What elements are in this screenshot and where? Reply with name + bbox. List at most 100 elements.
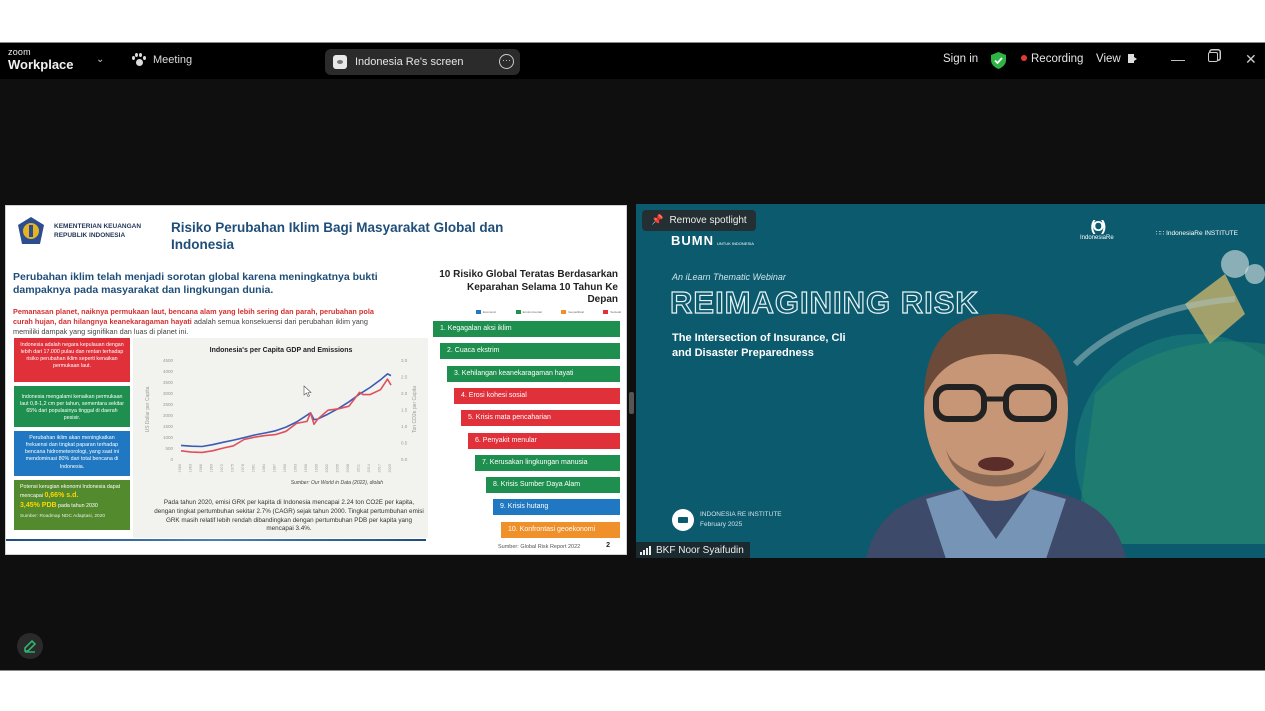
ministry-logo <box>18 217 44 244</box>
sign-in-button[interactable]: Sign in <box>943 53 978 65</box>
x-tick-label: 2020 <box>388 464 392 472</box>
paw-icon <box>131 53 146 67</box>
page-number: 2 <box>606 542 610 549</box>
x-tick-label: 1984 <box>262 464 266 472</box>
y2-tick-label: 0.0 <box>401 457 408 462</box>
risk-item: 5. Krisis mata pencaharian <box>461 410 620 427</box>
y2-tick-label: 2.0 <box>401 391 408 396</box>
footer-divider <box>6 539 426 541</box>
y2-tick-label: 1.5 <box>401 408 408 413</box>
legend-item: Societal <box>603 310 621 314</box>
remove-spotlight-button[interactable]: 📌 Remove spotlight <box>642 210 756 231</box>
x-tick-label: 1990 <box>283 464 287 472</box>
y-axis-label: US Dollar per Capita <box>145 386 151 432</box>
legend-item: Geopolitical <box>561 310 584 314</box>
x-tick-label: 1996 <box>304 464 308 472</box>
restore-icon <box>1208 52 1218 62</box>
y-tick-label: 2000 <box>163 413 174 418</box>
view-label: View <box>1096 53 1121 65</box>
risk-item: 2. Cuaca ekstrim <box>440 343 620 360</box>
footer-date: February 2025 <box>700 521 743 528</box>
chart-title: Indonesia's per Capita GDP and Emissions <box>210 347 353 354</box>
x-tick-label: 1999 <box>315 464 319 472</box>
fact-box: Indonesia mengalami kenaikan permukaan l… <box>14 386 130 427</box>
screen-share-indicator[interactable]: Indonesia Re's screen ··· <box>325 49 520 75</box>
risk-item: 7. Kerusakan lingkungan manusia <box>475 454 620 471</box>
chevron-down-icon[interactable]: ⌄ <box>96 54 104 65</box>
x-tick-label: 1978 <box>241 464 245 472</box>
x-tick-label: 1987 <box>273 464 277 472</box>
y-tick-label: 3500 <box>163 380 174 385</box>
legend-item: Economic <box>476 310 496 314</box>
indonesia-re-rings-icon: (O) <box>1090 218 1107 235</box>
meeting-menu[interactable]: Meeting <box>131 53 192 67</box>
more-options-icon[interactable]: ··· <box>499 54 514 69</box>
webinar-tagline-1: The Intersection of Insurance, Cli <box>672 332 846 344</box>
legend-label: Geopolitical <box>568 310 584 314</box>
y2-tick-label: 0.5 <box>401 441 408 446</box>
grid-icon: ∷∷ <box>1156 230 1165 237</box>
bumn-logo: BUMN UNTUK INDONESIA <box>671 233 754 248</box>
fact-box: Indonesia adalah negara kepulauan dengan… <box>14 338 130 382</box>
risk-item: 10. Konfrontasi geoekonomi <box>501 521 620 538</box>
x-tick-label: 1975 <box>231 464 235 472</box>
x-tick-label: 2002 <box>325 464 329 472</box>
fact-box: Perubahan iklim akan meningkatkan frekue… <box>14 431 130 476</box>
annotate-button[interactable] <box>17 633 43 659</box>
bumn-logo-sub: UNTUK INDONESIA <box>717 241 754 246</box>
ministry-name-line2: REPUBLIK INDONESIA <box>54 231 126 239</box>
y2-axis-label: Ton CO2e per Capita <box>412 386 418 433</box>
share-label: Indonesia Re's screen <box>355 56 464 68</box>
restore-button[interactable] <box>1208 52 1218 62</box>
risk-legend: Economic Environmental Geopolitical Societa… <box>476 310 621 314</box>
y2-tick-label: 2.5 <box>401 375 408 380</box>
legend-label: Economic <box>483 310 497 314</box>
y-tick-label: 1000 <box>163 435 174 440</box>
shield-check-icon[interactable] <box>991 52 1006 69</box>
fact-highlight: 3,45% PDB <box>20 501 57 509</box>
view-button[interactable]: View <box>1096 53 1137 65</box>
y-tick-label: 500 <box>165 446 173 451</box>
slide-subheading: Perubahan iklim telah menjadi sorotan gl… <box>13 271 378 297</box>
legend-swatch <box>515 310 521 314</box>
risk-item: 8. Krisis Sumber Daya Alam <box>486 477 620 494</box>
zoom-workplace-logo: zoom Workplace <box>8 48 74 72</box>
x-tick-label: 2008 <box>346 464 350 472</box>
meeting-label: Meeting <box>153 54 193 66</box>
x-tick-label: 2011 <box>357 464 361 472</box>
footer-org: INDONESIA RE INSTITUTE <box>700 511 782 519</box>
slide-title: Risiko Perubahan Iklim Bagi Masyarakat G… <box>171 220 504 252</box>
recording-indicator[interactable]: Recording <box>1021 53 1083 65</box>
panel-resize-handle[interactable] <box>629 392 634 414</box>
participant-video[interactable]: 📌 Remove spotlight BUMN UNTUK INDONESIA (… <box>636 204 1265 558</box>
y-tick-label: 4000 <box>163 369 174 374</box>
minimize-button[interactable]: — <box>1171 51 1185 67</box>
pin-icon: 📌 <box>651 215 664 226</box>
institute-text: IndonesiaRe INSTITUTE <box>1166 230 1238 237</box>
fact-boxes: Indonesia adalah negara kepulauan dengan… <box>14 338 130 534</box>
x-tick-label: 1972 <box>220 464 224 472</box>
y2-tick-label: 1.0 <box>401 424 408 429</box>
title-bar: zoom Workplace ⌄ Meeting Indonesia Re's … <box>0 43 1265 79</box>
y-tick-label: 0 <box>170 457 173 462</box>
indonesia-re-institute-logo: ∷∷ IndonesiaRe INSTITUTE <box>1156 229 1238 237</box>
gdp-line <box>180 373 392 448</box>
participant-name: BKF Noor Syaifudin <box>656 544 744 556</box>
x-tick-label: 2005 <box>336 464 340 472</box>
webinar-footer: INDONESIA RE INSTITUTE February 2025 <box>672 509 782 531</box>
x-tick-label: 1969 <box>210 464 214 472</box>
chart-caption: Pada tahun 2020, emisi GRK per kapita di… <box>154 499 424 533</box>
slide-paragraph: Pemanasan planet, naiknya permukaan laut… <box>13 307 393 337</box>
fact-highlight: 0,66% s.d. <box>44 492 79 500</box>
y-tick-label: 1500 <box>163 424 174 429</box>
x-tick-label: 2017 <box>378 464 382 472</box>
x-tick-label: 1963 <box>189 464 193 472</box>
risk-item: 6. Penyakit menular <box>468 432 620 449</box>
shared-screen: KEMENTERIAN KEUANGAN REPUBLIK INDONESIA … <box>5 205 627 555</box>
mouse-cursor-icon <box>303 385 312 397</box>
x-tick-label: 1966 <box>199 464 203 472</box>
close-button[interactable]: ✕ <box>1245 51 1257 68</box>
recording-label: Recording <box>1031 53 1084 65</box>
ministry-name-line1: KEMENTERIAN KEUANGAN <box>54 223 142 230</box>
risk-item: 3. Kehilangan keanekaragaman hayati <box>447 365 620 382</box>
